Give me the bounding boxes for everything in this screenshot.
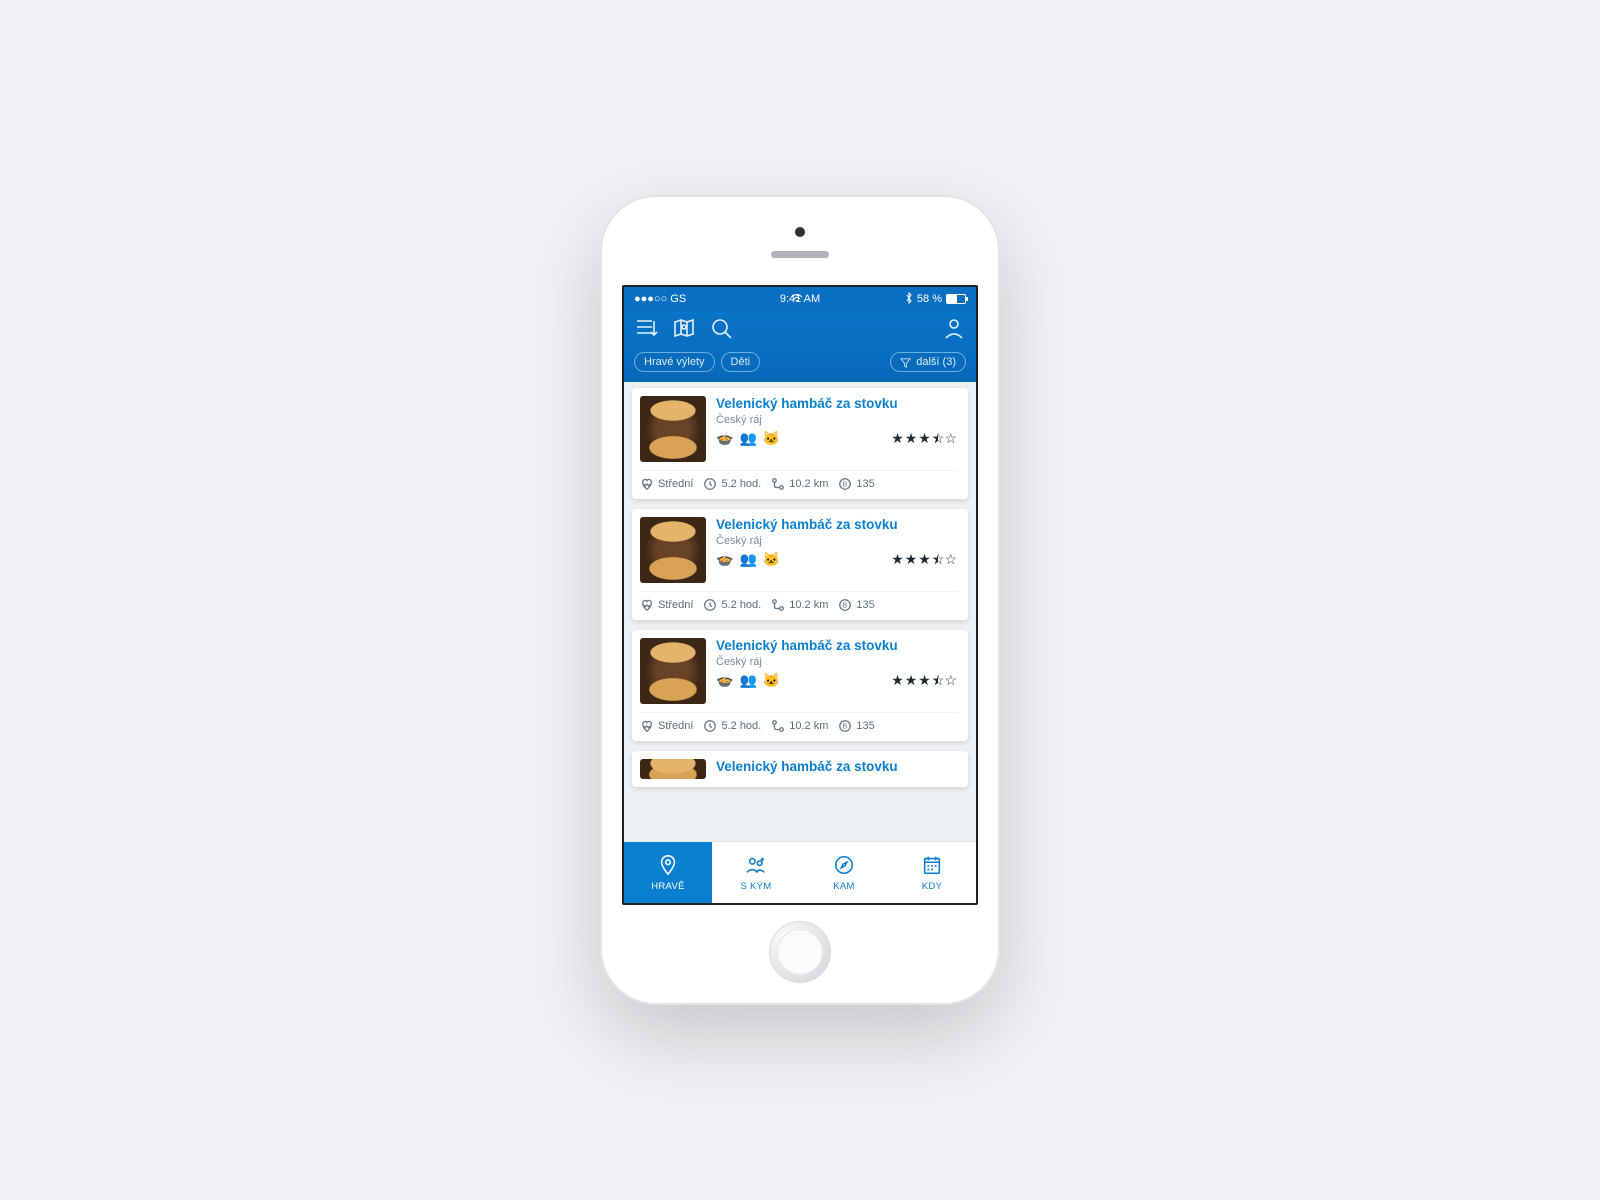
calendar-icon bbox=[921, 854, 943, 879]
trip-card[interactable]: Velenický hambáč za stovku Český ráj 🍲 👥… bbox=[632, 509, 968, 620]
chip-kids[interactable]: Děti bbox=[721, 352, 761, 372]
distance: 10.2 km bbox=[771, 598, 828, 612]
price: B135 bbox=[838, 598, 874, 612]
difficulty: Střední bbox=[640, 477, 693, 491]
trip-tags: 🍲 👥 🐱 bbox=[716, 672, 780, 689]
home-button[interactable] bbox=[769, 921, 831, 983]
distance: 10.2 km bbox=[771, 719, 828, 733]
bottom-nav: HRAVĚ S KÝM KAM KDY bbox=[624, 841, 976, 903]
trip-thumbnail bbox=[640, 396, 706, 462]
group-icon: 👥 bbox=[739, 430, 756, 447]
more-filters-button[interactable]: další (3) bbox=[890, 352, 966, 372]
people-icon bbox=[745, 854, 767, 879]
app-header: Hravé výlety Děti další (3) bbox=[624, 311, 976, 382]
pet-icon: 🐱 bbox=[763, 430, 780, 447]
trip-tags: 🍲 👥 🐱 bbox=[716, 430, 780, 447]
funnel-icon bbox=[900, 357, 911, 368]
status-bar: ●●●○○ GS 9:41 AM 58 % bbox=[624, 287, 976, 311]
food-icon: 🍲 bbox=[716, 672, 733, 689]
trip-thumbnail bbox=[640, 759, 706, 779]
trip-region: Český ráj bbox=[716, 656, 958, 668]
phone-frame: ●●●○○ GS 9:41 AM 58 % bbox=[600, 195, 1000, 1005]
duration: 5.2 hod. bbox=[703, 598, 761, 612]
bluetooth-icon bbox=[905, 292, 913, 307]
screen: ●●●○○ GS 9:41 AM 58 % bbox=[622, 285, 978, 905]
sort-icon[interactable] bbox=[634, 317, 658, 344]
duration: 5.2 hod. bbox=[703, 477, 761, 491]
trip-thumbnail bbox=[640, 638, 706, 704]
carrier-label: ●●●○○ GS bbox=[634, 293, 686, 305]
more-filters-label: další (3) bbox=[916, 356, 956, 368]
food-icon: 🍲 bbox=[716, 430, 733, 447]
trip-tags: 🍲 👥 🐱 bbox=[716, 551, 780, 568]
svg-text:B: B bbox=[843, 482, 848, 489]
trip-thumbnail bbox=[640, 517, 706, 583]
battery-pct: 58 % bbox=[917, 293, 942, 305]
trip-region: Český ráj bbox=[716, 414, 958, 426]
pin-icon bbox=[657, 854, 679, 879]
trip-title: Velenický hambáč za stovku bbox=[716, 517, 958, 534]
group-icon: 👥 bbox=[739, 551, 756, 568]
trip-title: Velenický hambáč za stovku bbox=[716, 396, 958, 413]
tab-label: HRAVĚ bbox=[651, 881, 685, 892]
svg-text:B: B bbox=[843, 603, 848, 610]
trip-region: Český ráj bbox=[716, 535, 958, 547]
filter-chips: Hravé výlety Děti bbox=[634, 352, 760, 372]
price: B135 bbox=[838, 477, 874, 491]
svg-text:B: B bbox=[843, 724, 848, 731]
pet-icon: 🐱 bbox=[763, 672, 780, 689]
results-list[interactable]: Velenický hambáč za stovku Český ráj 🍲 👥… bbox=[624, 382, 976, 841]
difficulty: Střední bbox=[640, 719, 693, 733]
pet-icon: 🐱 bbox=[763, 551, 780, 568]
tab-kam[interactable]: KAM bbox=[800, 842, 888, 903]
difficulty: Střední bbox=[640, 598, 693, 612]
tab-kdy[interactable]: KDY bbox=[888, 842, 976, 903]
trip-card[interactable]: Velenický hambáč za stovku Český ráj 🍲 👥… bbox=[632, 630, 968, 741]
food-icon: 🍲 bbox=[716, 551, 733, 568]
duration: 5.2 hod. bbox=[703, 719, 761, 733]
clock: 9:41 AM bbox=[780, 293, 820, 305]
trip-card[interactable]: Velenický hambáč za stovku Český ráj 🍲 👥… bbox=[632, 388, 968, 499]
map-icon[interactable] bbox=[672, 317, 696, 344]
trip-meta: Střední 5.2 hod. 10.2 km B135 bbox=[640, 470, 958, 491]
tab-label: KAM bbox=[833, 881, 855, 892]
tab-hravě[interactable]: HRAVĚ bbox=[624, 842, 712, 903]
trip-meta: Střední 5.2 hod. 10.2 km B135 bbox=[640, 712, 958, 733]
trip-title: Velenický hambáč za stovku bbox=[716, 759, 958, 776]
compass-icon bbox=[833, 854, 855, 879]
trip-title: Velenický hambáč za stovku bbox=[716, 638, 958, 655]
price: B135 bbox=[838, 719, 874, 733]
tab-s-kým[interactable]: S KÝM bbox=[712, 842, 800, 903]
group-icon: 👥 bbox=[739, 672, 756, 689]
chip-trips[interactable]: Hravé výlety bbox=[634, 352, 715, 372]
rating-stars: ★★★☆ bbox=[891, 672, 958, 689]
rating-stars: ★★★☆ bbox=[891, 551, 958, 568]
distance: 10.2 km bbox=[771, 477, 828, 491]
battery-icon bbox=[946, 294, 966, 304]
rating-stars: ★★★☆ bbox=[891, 430, 958, 447]
profile-icon[interactable] bbox=[942, 317, 966, 344]
trip-meta: Střední 5.2 hod. 10.2 km B135 bbox=[640, 591, 958, 612]
tab-label: KDY bbox=[922, 881, 942, 892]
tab-label: S KÝM bbox=[740, 881, 771, 892]
trip-card[interactable]: Velenický hambáč za stovku bbox=[632, 751, 968, 787]
search-icon[interactable] bbox=[710, 317, 734, 344]
